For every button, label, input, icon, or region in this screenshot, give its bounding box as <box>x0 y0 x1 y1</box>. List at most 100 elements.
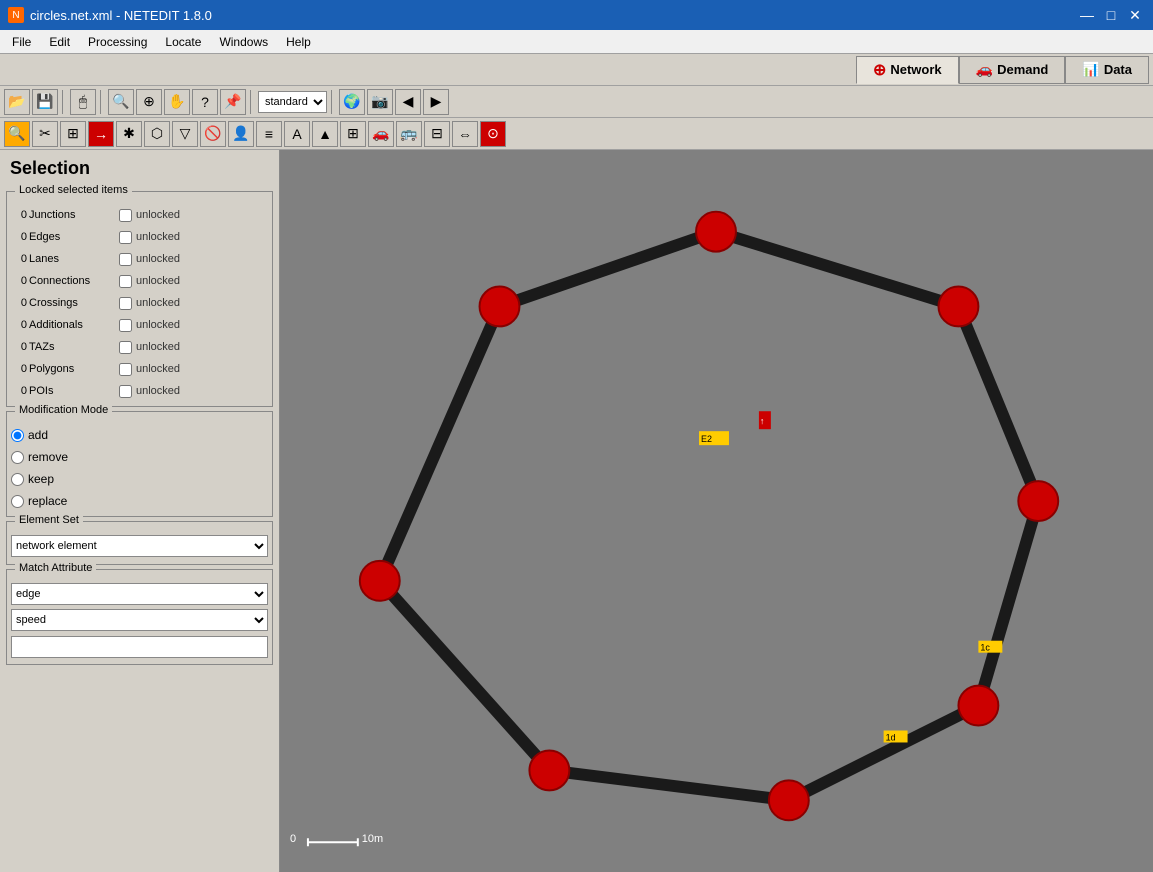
tb-cursor[interactable]: 🖱 <box>70 89 96 115</box>
radio-add[interactable] <box>11 429 24 442</box>
tb2-star[interactable]: ✱ <box>116 121 142 147</box>
menu-file[interactable]: File <box>4 33 39 51</box>
tb2-stop[interactable]: 🚫 <box>200 121 226 147</box>
tb2-car[interactable]: 🚗 <box>368 121 394 147</box>
tazs-label: TAZs <box>29 341 119 353</box>
locked-row-connections: 0 Connections unlocked <box>11 270 268 292</box>
svg-text:E2: E2 <box>701 434 712 444</box>
element-set-group: Element Set network element <box>6 521 273 565</box>
menu-processing[interactable]: Processing <box>80 33 155 51</box>
tab-demand[interactable]: 🚗 Demand <box>959 56 1066 84</box>
tb2-minus[interactable]: ⊟ <box>424 121 450 147</box>
toolbar-row2: 🔍 ✂ ⊞ → ✱ ⬡ ▽ 🚫 👤 ≡ A ▲ ⊞ 🚗 🚌 ⊟ ⇔ ⊙ <box>0 118 1153 150</box>
canvas-area[interactable]: E2 ↑ 1c 1d <box>280 150 1153 872</box>
minimize-button[interactable]: — <box>1077 5 1097 25</box>
network-svg: E2 ↑ 1c 1d <box>280 150 1153 872</box>
pois-count: 0 <box>11 385 27 397</box>
radio-replace-label: replace <box>28 494 67 508</box>
tab-network[interactable]: ⊕ Network <box>856 56 959 84</box>
crossings-checkbox[interactable] <box>119 297 132 310</box>
locked-row-pois: 0 POIs unlocked <box>11 380 268 402</box>
tb-pan[interactable]: ✋ <box>164 89 190 115</box>
tb2-grid[interactable]: ⊞ <box>60 121 86 147</box>
match-type-row: edge <box>11 582 268 606</box>
view-scheme-select[interactable]: standard <box>258 91 327 113</box>
polygons-checkbox[interactable] <box>119 363 132 376</box>
element-set-select[interactable]: network element <box>11 535 268 557</box>
radio-add-row: add <box>11 424 268 446</box>
match-field-select[interactable]: speed <box>11 609 268 631</box>
svg-text:1d: 1d <box>886 732 896 742</box>
match-value-input[interactable]: >10.0 <box>11 636 268 658</box>
tb2-bus[interactable]: 🚌 <box>396 121 422 147</box>
main-area: Selection Locked selected items 0 Juncti… <box>0 150 1153 872</box>
additionals-unlocked: unlocked <box>136 319 180 331</box>
tb2-grid2[interactable]: ⊞ <box>340 121 366 147</box>
connections-label: Connections <box>29 275 119 287</box>
tb-forward[interactable]: ▶ <box>423 89 449 115</box>
panel-scroll[interactable]: Locked selected items 0 Junctions unlock… <box>0 183 279 872</box>
tb2-arrow[interactable]: → <box>88 121 114 147</box>
tb-screenshot[interactable]: 📷 <box>367 89 393 115</box>
scale-label-10m: 10m <box>362 833 383 845</box>
radio-remove-label: remove <box>28 450 68 464</box>
modification-mode-content: add remove keep replace <box>11 424 268 512</box>
maximize-button[interactable]: □ <box>1101 5 1121 25</box>
locked-row-polygons: 0 Polygons unlocked <box>11 358 268 380</box>
tb2-person[interactable]: 👤 <box>228 121 254 147</box>
tb2-exchange[interactable]: ⇔ <box>452 121 478 147</box>
titlebar-controls[interactable]: — □ ✕ <box>1077 5 1145 25</box>
crossings-count: 0 <box>11 297 27 309</box>
lanes-count: 0 <box>11 253 27 265</box>
menu-locate[interactable]: Locate <box>157 33 209 51</box>
sep1 <box>62 90 66 114</box>
menu-windows[interactable]: Windows <box>211 33 276 51</box>
tb-save[interactable]: 💾 <box>32 89 58 115</box>
lanes-checkbox[interactable] <box>119 253 132 266</box>
tb2-circle[interactable]: ⊙ <box>480 121 506 147</box>
radio-keep[interactable] <box>11 473 24 486</box>
tb-back[interactable]: ◀ <box>395 89 421 115</box>
lanes-unlocked: unlocked <box>136 253 180 265</box>
radio-replace[interactable] <box>11 495 24 508</box>
pois-checkbox[interactable] <box>119 385 132 398</box>
tb-globe[interactable]: 🌍 <box>339 89 365 115</box>
element-set-label: Element Set <box>15 514 83 526</box>
menu-edit[interactable]: Edit <box>41 33 78 51</box>
tb2-text[interactable]: A <box>284 121 310 147</box>
tb-pin[interactable]: 📌 <box>220 89 246 115</box>
tb2-up[interactable]: ▲ <box>312 121 338 147</box>
tb2-select[interactable]: 🔍 <box>4 121 30 147</box>
tb2-lines[interactable]: ≡ <box>256 121 282 147</box>
tb-zoom[interactable]: 🔍 <box>108 89 134 115</box>
menu-help[interactable]: Help <box>278 33 319 51</box>
additionals-count: 0 <box>11 319 27 331</box>
radio-remove[interactable] <box>11 451 24 464</box>
tazs-checkbox[interactable] <box>119 341 132 354</box>
locked-items-content: 0 Junctions unlocked 0 Edges unlocked <box>11 204 268 402</box>
top-tabs-bar: ⊕ Network 🚗 Demand 📊 Data <box>0 54 1153 86</box>
menubar: File Edit Processing Locate Windows Help <box>0 30 1153 54</box>
connections-checkbox[interactable] <box>119 275 132 288</box>
edges-label: Edges <box>29 231 119 243</box>
locked-row-edges: 0 Edges unlocked <box>11 226 268 248</box>
tb2-cut[interactable]: ✂ <box>32 121 58 147</box>
edges-checkbox[interactable] <box>119 231 132 244</box>
junctions-checkbox[interactable] <box>119 209 132 222</box>
svg-text:1c: 1c <box>980 643 990 653</box>
tb2-hex[interactable]: ⬡ <box>144 121 170 147</box>
tb2-triangle[interactable]: ▽ <box>172 121 198 147</box>
tb-open[interactable]: 📂 <box>4 89 30 115</box>
additionals-checkbox[interactable] <box>119 319 132 332</box>
close-button[interactable]: ✕ <box>1125 5 1145 25</box>
sep4 <box>331 90 335 114</box>
tazs-count: 0 <box>11 341 27 353</box>
window-title: circles.net.xml - NETEDIT 1.8.0 <box>30 8 212 23</box>
modification-mode-label: Modification Mode <box>15 404 112 416</box>
match-type-select[interactable]: edge <box>11 583 268 605</box>
locked-row-lanes: 0 Lanes unlocked <box>11 248 268 270</box>
titlebar: N circles.net.xml - NETEDIT 1.8.0 — □ ✕ <box>0 0 1153 30</box>
tab-data[interactable]: 📊 Data <box>1065 56 1149 84</box>
tb-help[interactable]: ? <box>192 89 218 115</box>
tb-zoom-fit[interactable]: ⊕ <box>136 89 162 115</box>
